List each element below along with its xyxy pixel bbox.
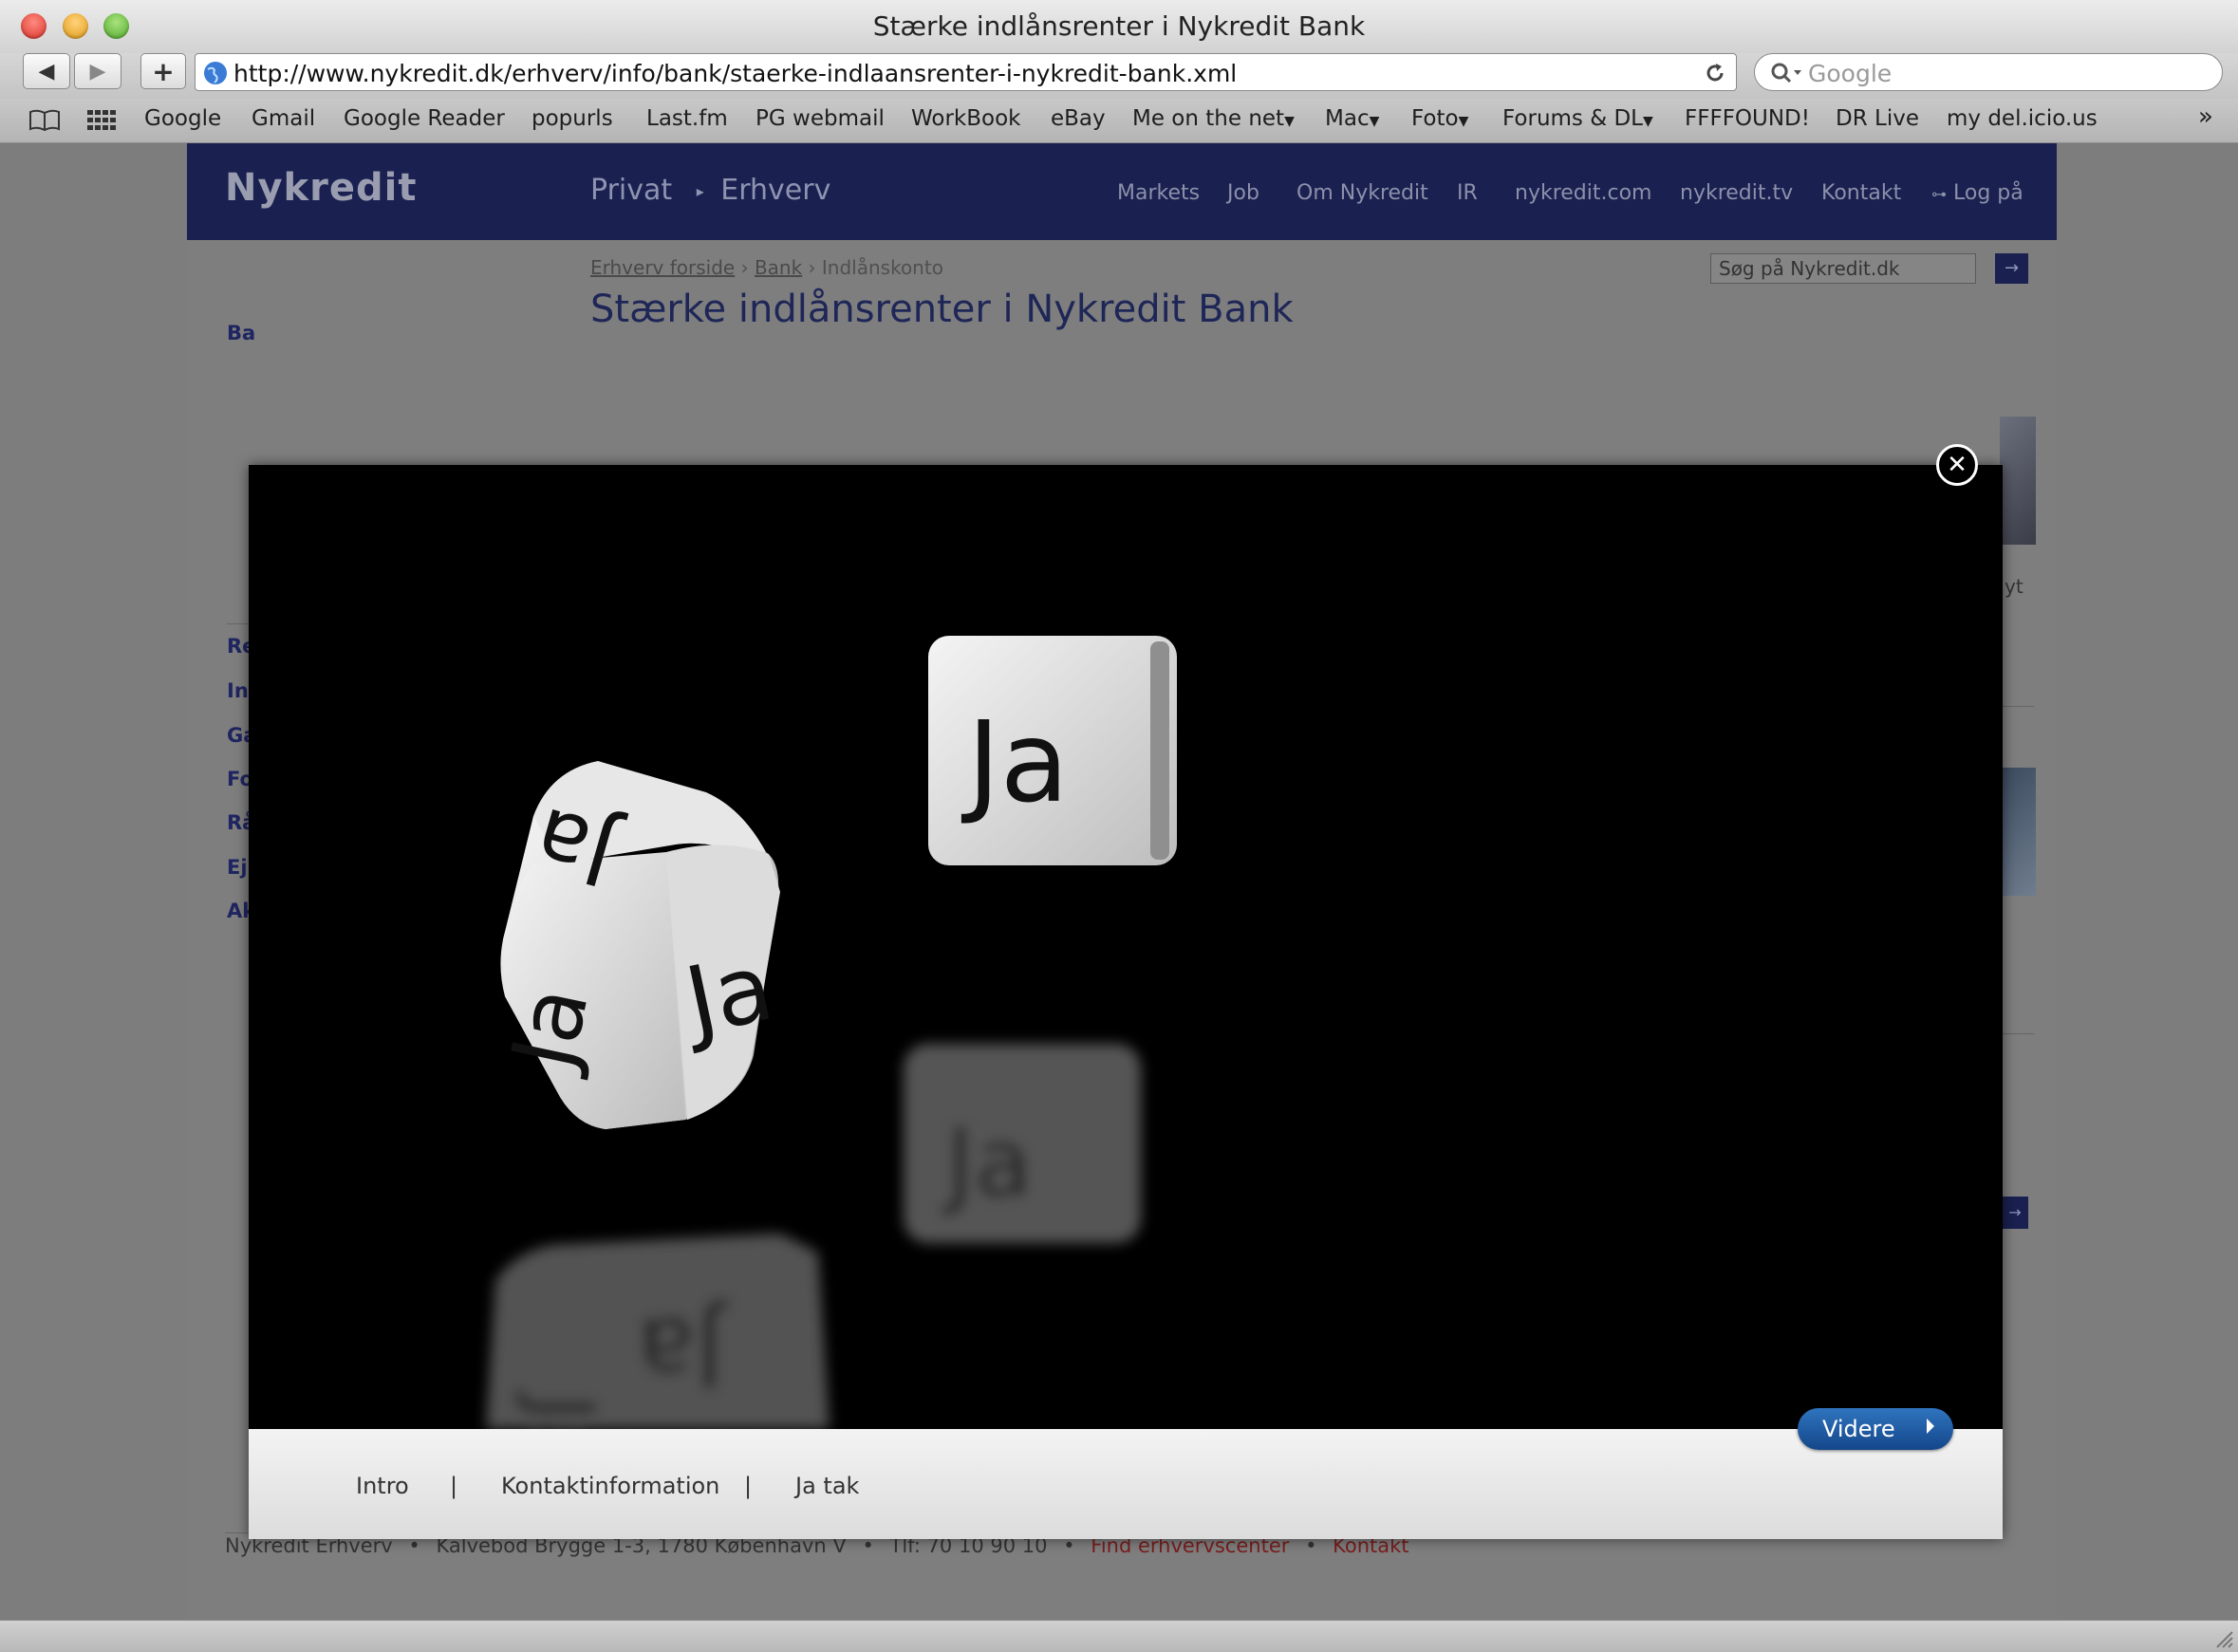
tumbling-die: Ja Ja Ja	[492, 761, 782, 1129]
browser-toolbar: ◀ ▶ + http://www.nykredit.dk/erhverv/inf…	[0, 53, 2238, 99]
nav-nykredit-tv[interactable]: nykredit.tv	[1680, 181, 1793, 205]
browser-statusbar	[0, 1620, 2238, 1652]
breadcrumb-bank[interactable]: Bank	[755, 256, 802, 279]
site-segment-nav: Privat ▸ Erhverv	[590, 174, 830, 207]
promo-text: yt	[2005, 575, 2024, 598]
tab-intro[interactable]: Intro	[356, 1473, 409, 1499]
close-modal-button[interactable]: ✕	[1936, 444, 1978, 486]
nav-markets[interactable]: Markets	[1117, 181, 1200, 205]
play-arrow-icon	[1927, 1419, 1934, 1434]
arrow-right-icon: →	[2008, 1203, 2022, 1221]
bookmark-delicious[interactable]: my del.icio.us	[1947, 106, 2098, 131]
bookmark-foto-label: Foto	[1411, 106, 1459, 131]
upright-die: Ja	[928, 636, 1177, 865]
nav-om-nykredit[interactable]: Om Nykredit	[1296, 181, 1428, 205]
nav-kontakt[interactable]: Kontakt	[1821, 181, 1901, 205]
search-icon	[1771, 63, 1801, 84]
add-bookmark-button[interactable]: +	[140, 53, 186, 89]
site-search-input[interactable]: Søg på Nykredit.dk	[1710, 253, 1976, 284]
left-nav-item[interactable]: Ej	[227, 856, 248, 879]
site-header: Nykredit Privat ▸ Erhverv Markets Job Om…	[187, 143, 2057, 240]
chevron-down-icon: ▼	[1458, 114, 1469, 129]
close-icon: ✕	[1947, 451, 1968, 479]
bookmark-me-on-the-net-label: Me on the net	[1132, 106, 1285, 131]
bookmark-forums-dl-label: Forums & DL	[1502, 106, 1643, 131]
breadcrumb-erhverv-forside[interactable]: Erhverv forside	[590, 256, 735, 279]
left-nav-item[interactable]: In	[227, 679, 249, 702]
bookmark-pg-webmail[interactable]: PG webmail	[755, 106, 885, 131]
bookmark-ebay[interactable]: eBay	[1051, 106, 1106, 131]
page-viewport: Nykredit Privat ▸ Erhverv Markets Job Om…	[0, 143, 2238, 1620]
forward-button[interactable]: ▶	[74, 53, 121, 89]
key-icon: ⊶	[1931, 185, 1947, 203]
address-bar[interactable]: http://www.nykredit.dk/erhverv/info/bank…	[195, 53, 1737, 91]
chevron-down-icon: ▼	[1369, 114, 1380, 129]
bookmark-mac-label: Mac	[1325, 106, 1370, 131]
bookmark-me-on-the-net[interactable]: Me on the net▼	[1132, 106, 1295, 131]
nav-ir[interactable]: IR	[1457, 181, 1478, 205]
bookmark-workbook[interactable]: WorkBook	[911, 106, 1020, 131]
bookmark-forums-dl[interactable]: Forums & DL▼	[1502, 106, 1653, 131]
segment-privat[interactable]: Privat	[590, 174, 672, 207]
bookmark-google-reader[interactable]: Google Reader	[344, 106, 505, 131]
nav-job[interactable]: Job	[1227, 181, 1259, 205]
left-nav-item[interactable]: Ba	[227, 322, 255, 344]
tab-separator: |	[744, 1473, 753, 1499]
nykredit-logo[interactable]: Nykredit	[225, 166, 417, 210]
grid-icon[interactable]	[87, 110, 116, 131]
segment-erhverv[interactable]: Erhverv	[720, 174, 830, 207]
bookmark-gmail[interactable]: Gmail	[252, 106, 315, 131]
die-reflection-label: Ja	[941, 1107, 1033, 1218]
die-reflection-label: Ja	[637, 1296, 729, 1407]
promo-image	[2000, 417, 2036, 545]
resize-grip-icon[interactable]	[2211, 1626, 2234, 1649]
promo-image	[2000, 768, 2036, 896]
bookmark-dr-live[interactable]: DR Live	[1836, 106, 1919, 131]
chevron-down-icon: ▼	[1284, 114, 1295, 129]
bookmark-mac[interactable]: Mac▼	[1325, 106, 1379, 131]
window-titlebar: Stærke indlånsrenter i Nykredit Bank	[0, 0, 2238, 53]
die-reflection-label: Ja	[513, 1390, 612, 1429]
videre-button[interactable]: Videre	[1798, 1408, 1953, 1450]
die-face-label: Ja	[960, 696, 1069, 827]
url-text: http://www.nykredit.dk/erhverv/info/bank…	[233, 60, 1238, 87]
videre-button-label: Videre	[1822, 1416, 1895, 1442]
page-title: Stærke indlånsrenter i Nykredit Bank	[590, 288, 1294, 331]
promo-arrow-button[interactable]: →	[2002, 1197, 2028, 1229]
dice-illustration: Ja Ja Ja Ja Ja Ja	[486, 636, 1177, 1429]
window-title: Stærke indlånsrenter i Nykredit Bank	[872, 10, 1366, 42]
tab-ja-tak[interactable]: Ja tak	[795, 1473, 859, 1499]
bookmark-google[interactable]: Google	[144, 106, 221, 131]
nav-log-pa[interactable]: ⊶ Log på	[1931, 181, 2024, 205]
globe-icon	[204, 62, 227, 84]
bookmark-foto[interactable]: Foto▼	[1411, 106, 1468, 131]
breadcrumb-separator-icon: ›	[808, 256, 822, 279]
breadcrumb-indlanskonto: Indlånskonto	[821, 256, 943, 279]
bookmark-ffffound[interactable]: FFFFOUND!	[1685, 106, 1810, 131]
bookmark-popurls[interactable]: popurls	[532, 106, 613, 131]
reload-icon[interactable]	[1704, 62, 1726, 84]
bookmark-lastfm[interactable]: Last.fm	[646, 106, 728, 131]
bookmarks-bar: Google Gmail Google Reader popurls Last.…	[0, 99, 2238, 143]
chevron-right-icon: ▸	[696, 182, 704, 200]
modal-step-tabs: Intro | Kontaktinformation | Ja tak	[249, 1429, 2003, 1539]
breadcrumb: Erhverv forside › Bank › Indlånskonto	[590, 256, 943, 279]
lightbox-modal: Ja Ja Ja Ja Ja Ja ✕ Intro | Kontaktinfor…	[249, 444, 2003, 1539]
tab-kontaktinformation[interactable]: Kontaktinformation	[501, 1473, 719, 1499]
book-icon[interactable]	[28, 108, 61, 133]
site-search-button[interactable]: →	[1995, 253, 2028, 284]
back-button[interactable]: ◀	[23, 53, 70, 89]
dice-image: Ja Ja Ja Ja Ja Ja	[249, 465, 2003, 1429]
search-placeholder: Google	[1808, 60, 1893, 87]
breadcrumb-separator-icon: ›	[740, 256, 755, 279]
arrow-right-icon: →	[2004, 258, 2020, 278]
tab-separator: |	[450, 1473, 458, 1499]
chevron-down-icon: ▼	[1642, 114, 1653, 129]
bookmarks-overflow-button[interactable]: »	[2198, 102, 2213, 131]
nav-nykredit-com[interactable]: nykredit.com	[1515, 181, 1651, 205]
nav-log-pa-label: Log på	[1953, 181, 2024, 205]
search-field[interactable]: Google	[1754, 53, 2223, 91]
